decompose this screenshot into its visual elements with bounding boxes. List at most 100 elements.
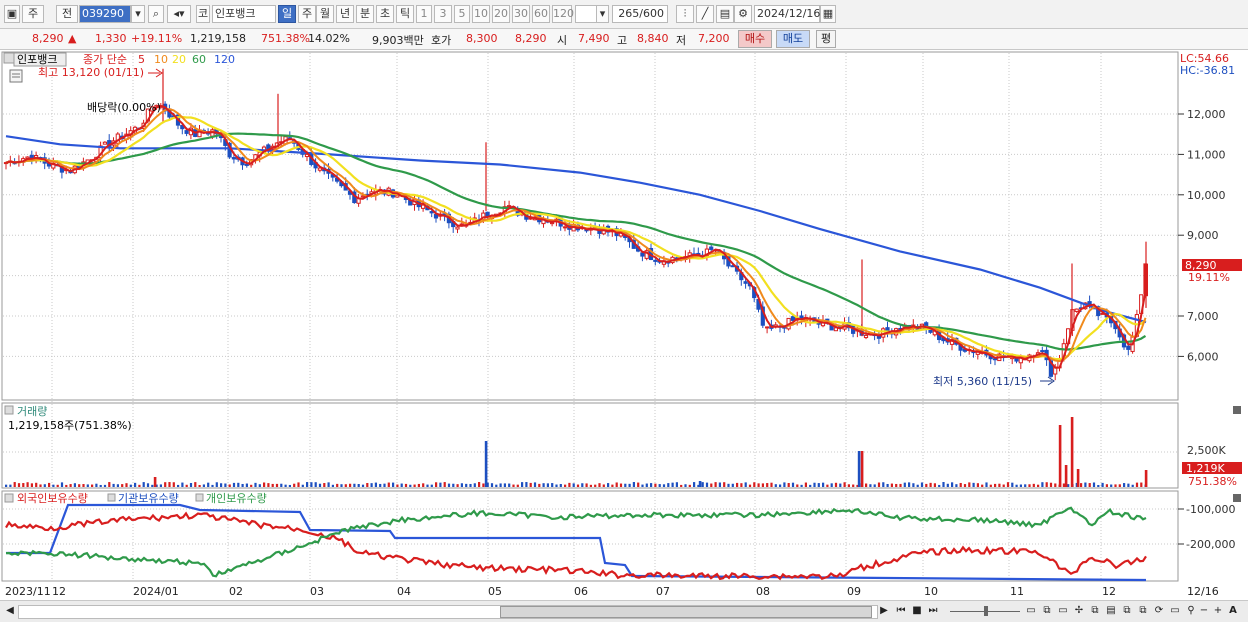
period-0-button[interactable]: 일 — [278, 5, 296, 23]
rewind-icon[interactable]: ⏮ — [894, 604, 908, 618]
ma-legend-60: 60 — [192, 53, 206, 66]
scroll-left-icon[interactable]: ◀ — [4, 604, 16, 618]
search-icon[interactable]: ⌕ — [148, 5, 164, 23]
interval-3-button[interactable]: 10 — [472, 5, 490, 23]
scroll-right-icon[interactable]: ▶ — [878, 604, 890, 618]
sell-button[interactable]: 매도 — [776, 30, 810, 48]
period-1-button[interactable]: 주 — [298, 5, 316, 23]
volume-bar-peak — [1070, 417, 1074, 487]
volume-close-icon[interactable] — [1233, 406, 1241, 414]
interval-0-button[interactable]: 1 — [416, 5, 432, 23]
interval-4-button[interactable]: 20 — [492, 5, 510, 23]
speaker-icon[interactable]: ◂▾ — [167, 5, 191, 23]
forward-icon[interactable]: ⏭ — [926, 604, 940, 618]
stop-icon[interactable]: ■ — [910, 604, 924, 618]
volume-bar — [847, 484, 850, 487]
change-percent: +19.11% — [131, 32, 183, 45]
search-zoom-icon[interactable]: ⚲ — [1184, 604, 1198, 618]
layout-icon-5[interactable]: ▤ — [1104, 604, 1118, 618]
layout-icon-1[interactable]: ▭ — [1024, 604, 1038, 618]
volume-bar — [839, 483, 842, 487]
volume-bar — [353, 483, 356, 487]
holding-menu-icon[interactable] — [4, 493, 14, 503]
panel-menu-icon[interactable] — [3, 52, 15, 64]
volume-bar — [228, 484, 231, 487]
prev-button[interactable]: 전 — [56, 5, 78, 23]
volume-bar — [314, 482, 317, 487]
candle-body — [102, 141, 108, 145]
interval-6-button[interactable]: 60 — [532, 5, 550, 23]
stock-name-field[interactable]: 인포뱅크 — [212, 5, 276, 23]
interval-2-button[interactable]: 5 — [454, 5, 470, 23]
interval-1-button[interactable]: 3 — [434, 5, 452, 23]
volume-bar — [103, 484, 107, 487]
candle-body — [184, 130, 189, 134]
layout-icon-7[interactable]: ⧉ — [1136, 604, 1150, 618]
ma-legend-5: 5 — [138, 53, 145, 66]
code-dropdown-icon[interactable]: ▾ — [131, 5, 145, 23]
volume-bar — [684, 484, 687, 487]
window-icon[interactable]: ▣ — [4, 5, 20, 23]
layout-icon-3[interactable]: ▭ — [1056, 604, 1070, 618]
interval-7-button[interactable]: 120 — [552, 5, 574, 23]
volume-bar — [503, 483, 506, 487]
buy-button[interactable]: 매수 — [738, 30, 772, 48]
draw-tool-icon[interactable]: ╱ — [696, 5, 714, 23]
layout-icon-6[interactable]: ⧉ — [1120, 604, 1134, 618]
volume-bar — [69, 484, 72, 487]
period-6-button[interactable]: 틱 — [396, 5, 414, 23]
count-field[interactable]: 265/600 — [612, 5, 668, 23]
period-5-button[interactable]: 초 — [376, 5, 394, 23]
scroll-thumb[interactable] — [500, 606, 872, 618]
volume-bar — [761, 483, 764, 487]
interval-5-button[interactable]: 30 — [512, 5, 530, 23]
volume-bar — [310, 482, 313, 487]
zoom-slider-handle[interactable] — [984, 606, 988, 616]
zoom-in-icon[interactable]: + — [1212, 604, 1224, 618]
volume-bar — [5, 484, 8, 487]
volume-bar — [895, 483, 898, 487]
x-axis-label-2: 2024/01 — [133, 585, 179, 598]
volume-bar — [688, 484, 691, 487]
volume-bar — [1140, 482, 1143, 487]
price-tick-5: 6,000 — [1187, 350, 1219, 363]
refresh-icon[interactable]: ⟳ — [1152, 604, 1166, 618]
volume-bar — [447, 483, 451, 487]
table-toggle-icon[interactable] — [9, 69, 23, 83]
save-icon[interactable]: ▤ — [716, 5, 734, 23]
volume-bar — [245, 483, 248, 487]
volume-bar — [813, 482, 816, 487]
volume-bar — [804, 482, 807, 487]
volume-bar — [1054, 483, 1057, 487]
period-3-button[interactable]: 년 — [336, 5, 354, 23]
period-2-button[interactable]: 월 — [316, 5, 334, 23]
gear-icon[interactable]: ⚙ — [734, 5, 752, 23]
date-input[interactable]: 2024/12/16 — [754, 5, 820, 23]
volume-bar — [1006, 482, 1010, 487]
volume-bar — [465, 483, 468, 487]
zoom-out-icon[interactable]: − — [1198, 604, 1210, 618]
eval-button[interactable]: 평 — [816, 30, 836, 48]
interval-dropdown-icon[interactable]: ▾ — [596, 5, 609, 23]
volume-bar — [817, 483, 820, 487]
volume-bar — [951, 482, 954, 487]
calendar-icon[interactable]: ▦ — [820, 5, 836, 23]
volume-menu-icon[interactable] — [4, 405, 14, 415]
volume-bar — [873, 484, 876, 487]
layout-icon-2[interactable]: ⧉ — [1040, 604, 1054, 618]
layout-icon-4[interactable]: ⧉ — [1088, 604, 1102, 618]
period-4-button[interactable]: 분 — [356, 5, 374, 23]
volume-bar — [65, 484, 68, 487]
candle-icon[interactable]: ⫶ — [676, 5, 694, 23]
volume-bar — [628, 483, 631, 487]
market-select[interactable]: 주 — [22, 5, 44, 23]
holding-close-icon[interactable] — [1233, 494, 1241, 502]
font-size-icon[interactable]: A — [1226, 604, 1240, 618]
crosshair-icon[interactable]: ✢ — [1072, 604, 1086, 618]
layout-icon-8[interactable]: ▭ — [1168, 604, 1182, 618]
volume-bar — [48, 482, 51, 487]
volume-title: 거래량 — [17, 405, 47, 418]
holding-tick-1: -100,000 — [1186, 503, 1235, 516]
code-input[interactable]: 039290 — [79, 5, 131, 23]
low-price: 7,200 — [698, 32, 730, 45]
